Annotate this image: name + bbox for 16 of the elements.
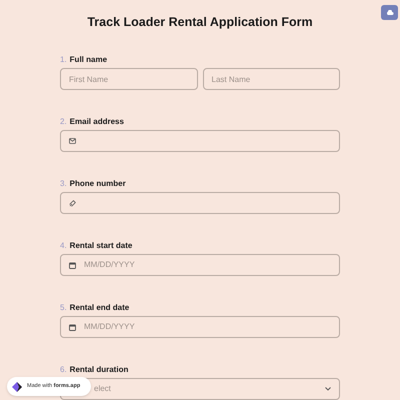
question-number: 1. (60, 54, 67, 66)
question-label: Email address (70, 116, 124, 128)
question-label: Rental duration (70, 364, 128, 376)
form-title: Track Loader Rental Application Form (87, 14, 313, 31)
date-placeholder: MM/DD/YYYY (84, 321, 135, 333)
question-label: Phone number (70, 178, 126, 190)
question-label: Rental end date (70, 302, 130, 314)
question-number: 3. (60, 178, 67, 190)
question-number: 5. (60, 302, 67, 314)
date-placeholder: MM/DD/YYYY (84, 259, 135, 271)
question-number: 6. (60, 364, 67, 376)
question-label: Full name (70, 54, 108, 66)
question-label: Rental start date (70, 240, 132, 252)
question-number: 2. (60, 116, 67, 128)
question-number: 4. (60, 240, 67, 252)
select-placeholder: elect (94, 383, 111, 395)
